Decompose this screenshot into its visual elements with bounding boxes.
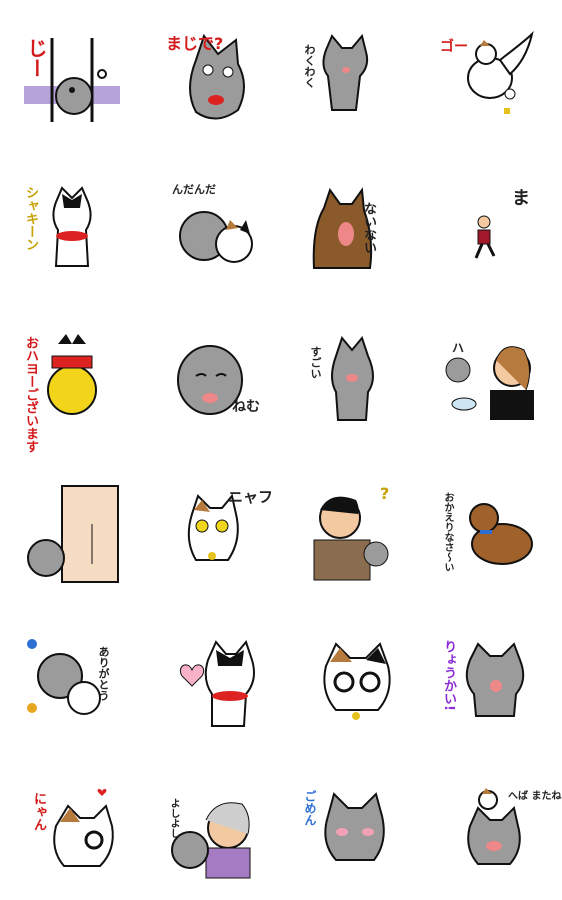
sticker-23[interactable]: ごめん [300, 786, 400, 886]
sticker-6[interactable]: んだんだ [166, 178, 266, 278]
brown-dog-illustration [312, 187, 373, 269]
sticker-caption: ま [512, 188, 530, 209]
sticker-caption: ゴー [440, 39, 468, 55]
sticker-caption: おかえりなさ〜い [442, 492, 453, 572]
sticker-caption: おハヨーございます [23, 336, 38, 453]
sticker-18[interactable] [172, 636, 272, 736]
sticker-caption: すごい [309, 346, 322, 379]
sticker-grid: じー まじで? わくわく ゴー シャキーン んだんだ ないない ま おハヨーござ… [0, 0, 562, 900]
sticker-19[interactable] [310, 636, 410, 736]
sticker-caption: わくわく [303, 44, 316, 88]
sticker-4[interactable]: ゴー [440, 30, 540, 130]
sticker-9[interactable]: おハヨーございます [22, 330, 122, 453]
sticker-21[interactable]: にゃん [28, 786, 128, 886]
sticker-caption: へば またね [508, 791, 562, 802]
sticker-caption: ごめん [303, 790, 317, 826]
amazed-cat-illustration [331, 335, 374, 421]
teary-cat-illustration [323, 642, 391, 720]
sticker-12[interactable]: ハ [444, 330, 544, 430]
old-man-and-cat-illustration [27, 485, 119, 583]
sticker-10[interactable]: ねむ [166, 330, 266, 430]
heart-cat-illustration [179, 639, 255, 727]
sticker-1[interactable]: じー [22, 30, 122, 130]
sticker-20[interactable]: りょうかい! [440, 636, 540, 736]
sticker-11[interactable]: すごい [300, 330, 400, 430]
sticker-caption: ありがとう [97, 646, 110, 701]
sleepy-cat-illustration [177, 345, 243, 415]
sticker-13[interactable] [22, 484, 122, 584]
sticker-caption: よしよし [168, 798, 179, 838]
sticker-5[interactable]: シャキーン [22, 178, 122, 278]
sticker-16[interactable]: おかえりなさ〜い [440, 484, 540, 584]
sticker-caption: ニャフ [228, 488, 274, 506]
grandma-and-cat-illustration [171, 802, 251, 879]
sticker-caption: ねむ [232, 399, 260, 415]
sticker-8[interactable]: ま [450, 178, 550, 278]
sticker-2[interactable]: まじで? [166, 30, 266, 130]
sticker-22[interactable]: よしよし [166, 786, 266, 886]
sticker-24[interactable]: へば またね [440, 786, 561, 886]
running-man-illustration [474, 215, 496, 259]
sticker-caption: シャキーン [23, 186, 38, 251]
sticker-caption: じー [24, 38, 48, 78]
sticker-caption: まじで? [166, 34, 224, 53]
sticker-caption: りょうかい! [441, 640, 456, 711]
sticker-17[interactable]: ありがとう [22, 636, 122, 736]
sticker-caption: んだんだ [172, 183, 216, 196]
shiba-dog-illustration [469, 503, 533, 565]
sticker-3[interactable]: わくわく [296, 30, 396, 130]
sticker-caption: ? [380, 484, 390, 503]
sticker-15[interactable]: ? [300, 484, 400, 584]
sticker-caption: にゃん [31, 792, 46, 831]
sticker-14[interactable]: ニャフ [172, 484, 274, 584]
sticker-caption: ハ [452, 341, 465, 355]
sticker-7[interactable]: ないない [300, 178, 400, 278]
sticker-caption: ないない [361, 202, 376, 254]
